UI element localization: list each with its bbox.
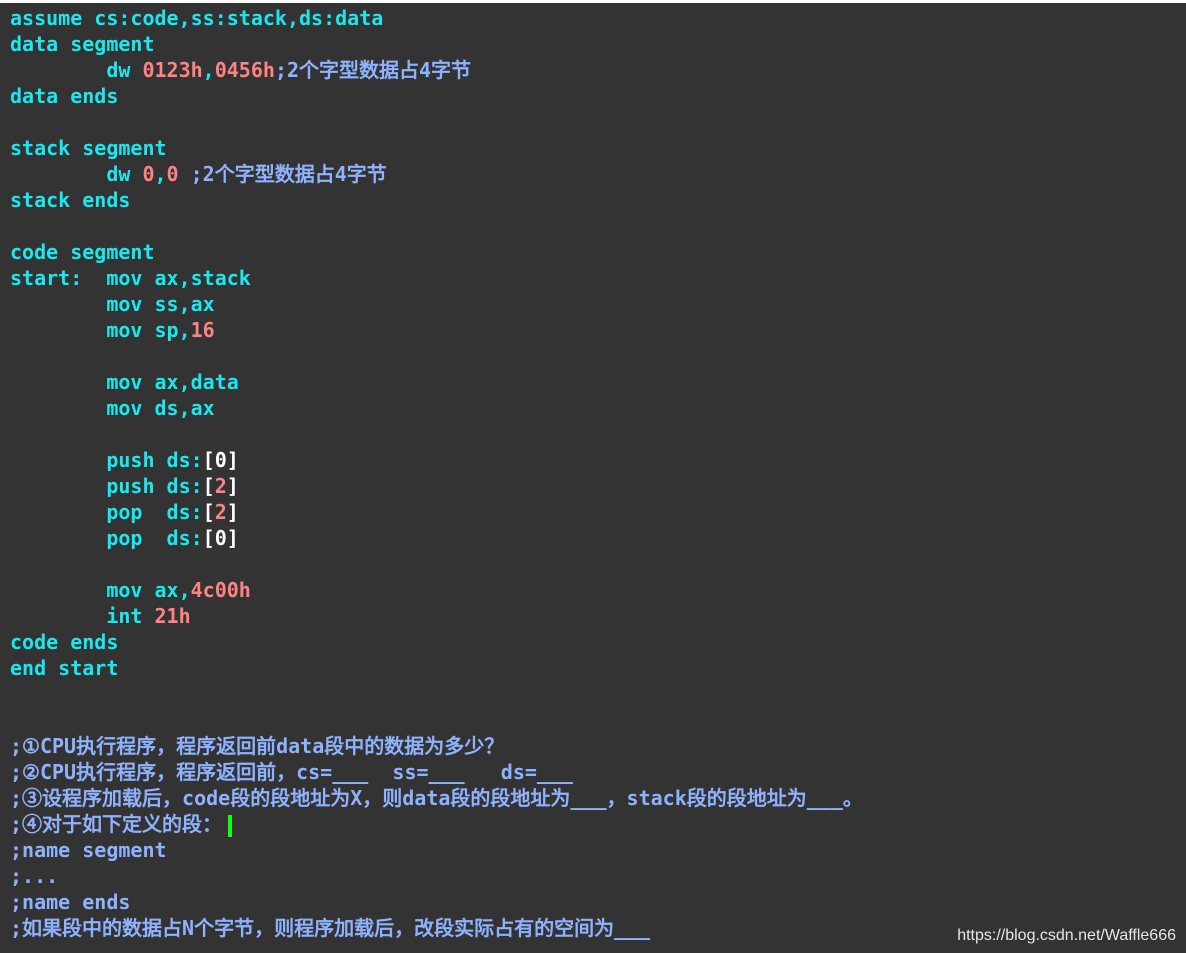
watermark: https://blog.csdn.net/Waffle666 bbox=[957, 927, 1176, 944]
code-token: 0456h bbox=[214, 58, 275, 82]
code-editor[interactable]: assume cs:code,ss:stack,ds:data data segm… bbox=[0, 3, 1186, 953]
code-token: start: mov ax,stack bbox=[10, 266, 251, 290]
code-line: mov sp,16 bbox=[10, 317, 863, 343]
code-token: data segment bbox=[10, 32, 155, 56]
code-token: 21h bbox=[154, 604, 191, 628]
code-line: pop ds:[2] bbox=[10, 499, 863, 525]
code-token: ] bbox=[226, 474, 239, 498]
code-token: assume cs:code,ss:stack,ds:data bbox=[10, 6, 384, 30]
code-token: push ds: bbox=[10, 474, 203, 498]
code-token: , bbox=[154, 162, 167, 186]
code-line: mov ss,ax bbox=[10, 291, 863, 317]
code-line: ;④对于如下定义的段： bbox=[10, 811, 863, 837]
code-token: [ bbox=[202, 500, 215, 524]
code-line: dw 0123h,0456h;2个字型数据占4字节 bbox=[10, 57, 863, 83]
code-line: code segment bbox=[10, 239, 863, 265]
code-token: pop ds: bbox=[10, 500, 203, 524]
code-token: [ bbox=[202, 526, 215, 550]
code-token: dw bbox=[10, 58, 143, 82]
code-token: mov ds,ax bbox=[10, 396, 215, 420]
code-token: , bbox=[202, 58, 215, 82]
code-token: 2 bbox=[214, 474, 227, 498]
code-token: code segment bbox=[10, 240, 155, 264]
code-line: ;③设程序加载后，code段的段地址为X，则data段的段地址为___，stac… bbox=[10, 785, 863, 811]
code-token: 2 bbox=[214, 500, 227, 524]
code-token: 0123h bbox=[142, 58, 203, 82]
code-token: ;name segment bbox=[10, 838, 167, 862]
code-token: mov ax, bbox=[10, 578, 191, 602]
code-line: int 21h bbox=[10, 603, 863, 629]
code-token: int bbox=[10, 604, 155, 628]
code-token: ;... bbox=[10, 864, 59, 888]
code-token: 4c00h bbox=[190, 578, 251, 602]
code-line: assume cs:code,ss:stack,ds:data bbox=[10, 5, 863, 31]
code-token: ] bbox=[226, 448, 239, 472]
code-token: [ bbox=[202, 448, 215, 472]
code-token: ] bbox=[226, 500, 239, 524]
code-line: ;如果段中的数据占N个字节，则程序加载后，改段实际占有的空间为___ bbox=[10, 915, 863, 941]
code-line: push ds:[0] bbox=[10, 447, 863, 473]
code-text-area[interactable]: assume cs:code,ss:stack,ds:data data segm… bbox=[10, 5, 863, 941]
code-token: ;④对于如下定义的段： bbox=[10, 812, 223, 836]
code-token: dw bbox=[10, 162, 143, 186]
code-token: 0 bbox=[142, 162, 155, 186]
code-line: mov ds,ax bbox=[10, 395, 863, 421]
code-line: ;①CPU执行程序，程序返回前data段中的数据为多少？ bbox=[10, 733, 863, 759]
code-line: ;②CPU执行程序，程序返回前，cs=___ ss=___ ds=___ bbox=[10, 759, 863, 785]
code-token: mov sp, bbox=[10, 318, 191, 342]
code-token: ] bbox=[226, 526, 239, 550]
code-line: start: mov ax,stack bbox=[10, 265, 863, 291]
code-line: mov ax,data bbox=[10, 369, 863, 395]
code-token: mov ax,data bbox=[10, 370, 239, 394]
code-line: stack segment bbox=[10, 135, 863, 161]
code-token: data ends bbox=[10, 84, 119, 108]
code-token: ;name ends bbox=[10, 890, 131, 914]
code-line: push ds:[2] bbox=[10, 473, 863, 499]
code-token: ;②CPU执行程序，程序返回前，cs=___ ss=___ ds=___ bbox=[10, 760, 574, 784]
code-line: ;name ends bbox=[10, 889, 863, 915]
code-line: code ends bbox=[10, 629, 863, 655]
code-token: ;①CPU执行程序，程序返回前data段中的数据为多少？ bbox=[10, 734, 505, 758]
code-token: stack segment bbox=[10, 136, 167, 160]
code-line: data ends bbox=[10, 83, 863, 109]
code-token: 0 bbox=[214, 448, 227, 472]
code-token: end start bbox=[10, 656, 119, 680]
code-token: pop ds: bbox=[10, 526, 203, 550]
code-line: pop ds:[0] bbox=[10, 525, 863, 551]
code-token: 0 bbox=[214, 526, 227, 550]
code-token: mov ss,ax bbox=[10, 292, 215, 316]
code-line: mov ax,4c00h bbox=[10, 577, 863, 603]
code-token: ;如果段中的数据占N个字节，则程序加载后，改段实际占有的空间为___ bbox=[10, 916, 651, 940]
code-token: 16 bbox=[190, 318, 215, 342]
code-line: ;name segment bbox=[10, 837, 863, 863]
code-line: ;... bbox=[10, 863, 863, 889]
code-token: [ bbox=[202, 474, 215, 498]
code-token: push ds: bbox=[10, 448, 203, 472]
code-token: ;2个字型数据占4字节 bbox=[274, 58, 472, 82]
code-line: stack ends bbox=[10, 187, 863, 213]
code-token: 0 bbox=[166, 162, 179, 186]
code-line: data segment bbox=[10, 31, 863, 57]
code-line: dw 0,0 ;2个字型数据占4字节 bbox=[10, 161, 863, 187]
code-token: ;2个字型数据占4字节 bbox=[178, 162, 387, 186]
code-token: stack ends bbox=[10, 188, 131, 212]
code-line: end start bbox=[10, 655, 863, 681]
text-cursor bbox=[228, 814, 233, 837]
code-token: ;③设程序加载后，code段的段地址为X，则data段的段地址为___，stac… bbox=[10, 786, 863, 810]
code-token: code ends bbox=[10, 630, 119, 654]
